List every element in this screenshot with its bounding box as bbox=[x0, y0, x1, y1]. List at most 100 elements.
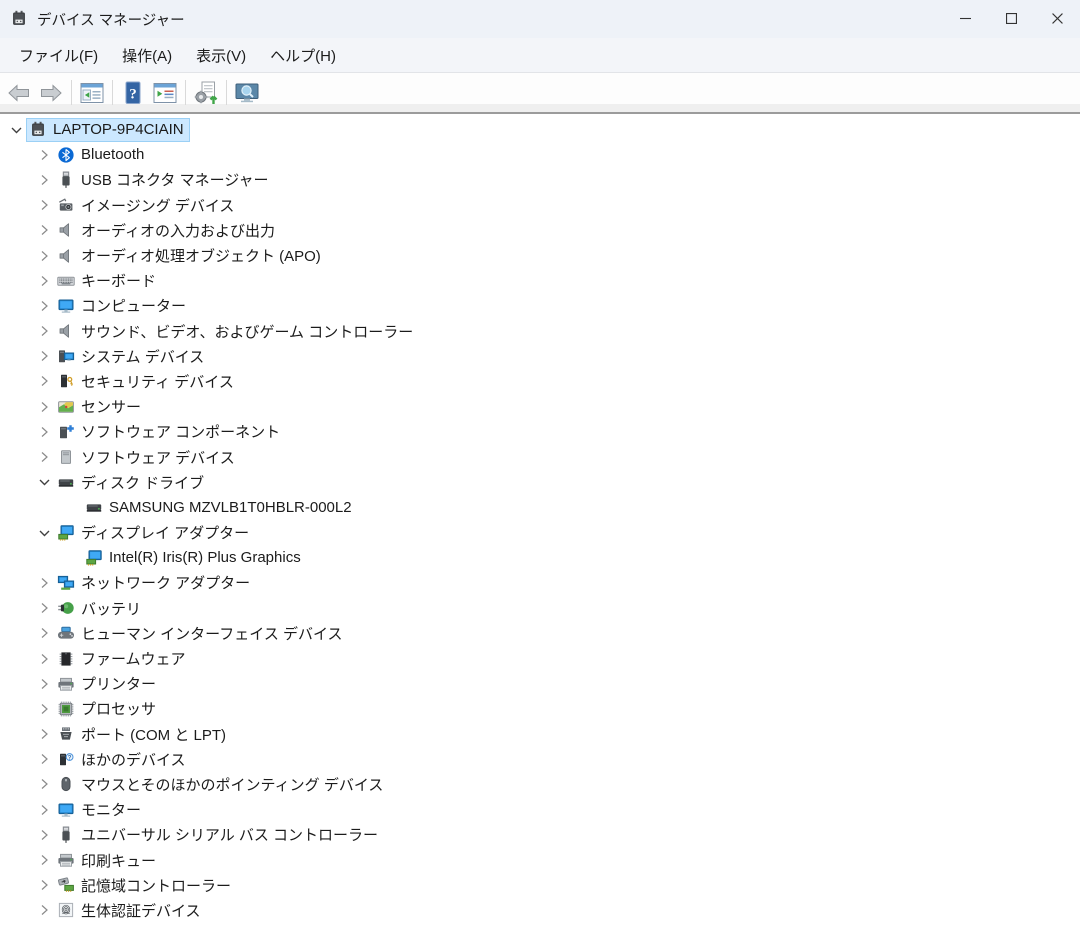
minimize-button[interactable] bbox=[942, 0, 988, 38]
tree-item-content[interactable]: ディスク ドライブ bbox=[54, 470, 210, 494]
tree-item-content[interactable]: システム デバイス bbox=[54, 344, 210, 368]
tree-item-software-components[interactable]: ソフトウェア コンポーネント bbox=[0, 419, 1080, 444]
close-button[interactable] bbox=[1034, 0, 1080, 38]
chevron-right-icon[interactable] bbox=[34, 195, 54, 215]
tree-item-human-interface-devices[interactable]: ヒューマン インターフェイス デバイス bbox=[0, 621, 1080, 646]
tree-item-content[interactable]: ソフトウェア デバイス bbox=[54, 445, 241, 469]
menu-item-view[interactable]: 表示(V) bbox=[185, 39, 257, 72]
tree-item-display-adapters[interactable]: ディスプレイ アダプター bbox=[0, 520, 1080, 545]
tree-item-imaging-devices[interactable]: イメージング デバイス bbox=[0, 193, 1080, 218]
chevron-right-icon[interactable] bbox=[34, 699, 54, 719]
tree-item-security-devices[interactable]: セキュリティ デバイス bbox=[0, 369, 1080, 394]
chevron-right-icon[interactable] bbox=[34, 674, 54, 694]
tree-item-keyboards[interactable]: キーボード bbox=[0, 268, 1080, 293]
chevron-right-icon[interactable] bbox=[34, 774, 54, 794]
tree-item-storage-controllers[interactable]: 記憶域コントローラー bbox=[0, 873, 1080, 898]
chevron-right-icon[interactable] bbox=[34, 724, 54, 744]
chevron-right-icon[interactable] bbox=[34, 649, 54, 669]
chevron-right-icon[interactable] bbox=[34, 170, 54, 190]
chevron-right-icon[interactable] bbox=[34, 296, 54, 316]
tree-item-content[interactable]: SAMSUNG MZVLB1T0HBLR-000L2 bbox=[82, 495, 358, 519]
tree-item-print-queues[interactable]: 印刷キュー bbox=[0, 847, 1080, 872]
tree-item-sensors[interactable]: センサー bbox=[0, 394, 1080, 419]
tree-item-content[interactable]: セキュリティ デバイス bbox=[54, 369, 240, 393]
chevron-right-icon[interactable] bbox=[34, 850, 54, 870]
chevron-right-icon[interactable] bbox=[34, 573, 54, 593]
chevron-right-icon[interactable] bbox=[34, 346, 54, 366]
tree-item-content[interactable]: ユニバーサル シリアル バス コントローラー bbox=[54, 823, 384, 847]
tree-item-content[interactable]: LAPTOP-9P4CIAIN bbox=[26, 118, 190, 142]
tree-item-content[interactable]: USB コネクタ マネージャー bbox=[54, 168, 275, 192]
tree-item-disk-drives[interactable]: ディスク ドライブ bbox=[0, 470, 1080, 495]
tree-item-content[interactable]: サウンド、ビデオ、およびゲーム コントローラー bbox=[54, 319, 419, 343]
tree-item-mice-pointing-devices[interactable]: マウスとそのほかのポインティング デバイス bbox=[0, 772, 1080, 797]
chevron-right-icon[interactable] bbox=[34, 271, 54, 291]
tree-item-content[interactable]: オーディオ処理オブジェクト (APO) bbox=[54, 244, 327, 268]
maximize-button[interactable] bbox=[988, 0, 1034, 38]
tree-item-content[interactable]: ポート (COM と LPT) bbox=[54, 722, 232, 746]
chevron-right-icon[interactable] bbox=[34, 371, 54, 391]
chevron-down-icon[interactable] bbox=[34, 523, 54, 543]
chevron-right-icon[interactable] bbox=[34, 900, 54, 920]
tree-item-bluetooth[interactable]: Bluetooth bbox=[0, 142, 1080, 167]
tree-item-content[interactable]: オーディオの入力および出力 bbox=[54, 218, 281, 242]
chevron-right-icon[interactable] bbox=[34, 598, 54, 618]
tree-item-content[interactable]: 記憶域コントローラー bbox=[54, 873, 237, 897]
tree-item-content[interactable]: Intel(R) Iris(R) Plus Graphics bbox=[82, 546, 307, 570]
tree-item-content[interactable]: センサー bbox=[54, 395, 147, 419]
menu-item-action[interactable]: 操作(A) bbox=[111, 39, 183, 72]
tree-item-computer[interactable]: コンピューター bbox=[0, 293, 1080, 318]
scan-hardware-changes-button[interactable] bbox=[190, 77, 222, 109]
chevron-right-icon[interactable] bbox=[34, 321, 54, 341]
chevron-right-icon[interactable] bbox=[34, 422, 54, 442]
menu-item-help[interactable]: ヘルプ(H) bbox=[259, 39, 347, 72]
chevron-right-icon[interactable] bbox=[34, 749, 54, 769]
tree-item-audio-processing-objects[interactable]: オーディオ処理オブジェクト (APO) bbox=[0, 243, 1080, 268]
chevron-down-icon[interactable] bbox=[34, 472, 54, 492]
forward-button[interactable] bbox=[35, 77, 67, 109]
chevron-right-icon[interactable] bbox=[34, 875, 54, 895]
chevron-right-icon[interactable] bbox=[34, 145, 54, 165]
properties-button[interactable] bbox=[149, 77, 181, 109]
chevron-right-icon[interactable] bbox=[34, 623, 54, 643]
remote-computer-button[interactable] bbox=[231, 77, 263, 109]
tree-item-content[interactable]: プロセッサ bbox=[54, 697, 162, 721]
tree-item-content[interactable]: イメージング デバイス bbox=[54, 193, 240, 217]
tree-item-content[interactable]: ?ほかのデバイス bbox=[54, 747, 192, 771]
tree-item-root-computer[interactable]: LAPTOP-9P4CIAIN bbox=[0, 117, 1080, 142]
tree-item-software-devices[interactable]: ソフトウェア デバイス bbox=[0, 444, 1080, 469]
tree-item-content[interactable]: プリンター bbox=[54, 672, 162, 696]
tree-item-content[interactable]: ネットワーク アダプター bbox=[54, 571, 256, 595]
tree-item-ports-com-lpt[interactable]: ポート (COM と LPT) bbox=[0, 722, 1080, 747]
tree-item-batteries[interactable]: バッテリ bbox=[0, 596, 1080, 621]
tree-item-firmware[interactable]: ファームウェア bbox=[0, 646, 1080, 671]
chevron-right-icon[interactable] bbox=[34, 246, 54, 266]
chevron-down-icon[interactable] bbox=[6, 120, 26, 140]
tree-item-printers[interactable]: プリンター bbox=[0, 671, 1080, 696]
chevron-right-icon[interactable] bbox=[34, 800, 54, 820]
tree-item-other-devices[interactable]: ?ほかのデバイス bbox=[0, 747, 1080, 772]
tree-item-content[interactable]: Bluetooth bbox=[54, 143, 150, 167]
menu-item-file[interactable]: ファイル(F) bbox=[8, 39, 109, 72]
tree-item-usb-controllers[interactable]: ユニバーサル シリアル バス コントローラー bbox=[0, 822, 1080, 847]
tree-item-audio-inputs-outputs[interactable]: オーディオの入力および出力 bbox=[0, 218, 1080, 243]
help-button[interactable]: ? bbox=[117, 77, 149, 109]
tree-item-content[interactable]: 生体認証デバイス bbox=[54, 898, 207, 922]
tree-item-sound-video-game[interactable]: サウンド、ビデオ、およびゲーム コントローラー bbox=[0, 319, 1080, 344]
tree-item-content[interactable]: 印刷キュー bbox=[54, 848, 162, 872]
tree-item-content[interactable]: キーボード bbox=[54, 269, 162, 293]
tree-item-system-devices[interactable]: システム デバイス bbox=[0, 344, 1080, 369]
tree-item-content[interactable]: ソフトウェア コンポーネント bbox=[54, 420, 286, 444]
chevron-right-icon[interactable] bbox=[34, 825, 54, 845]
tree-item-disk-samsung[interactable]: SAMSUNG MZVLB1T0HBLR-000L2 bbox=[0, 495, 1080, 520]
chevron-right-icon[interactable] bbox=[34, 447, 54, 467]
tree-item-monitors[interactable]: モニター bbox=[0, 797, 1080, 822]
tree-item-content[interactable]: バッテリ bbox=[54, 596, 147, 620]
tree-item-content[interactable]: ヒューマン インターフェイス デバイス bbox=[54, 621, 349, 645]
tree-item-content[interactable]: ディスプレイ アダプター bbox=[54, 521, 255, 545]
tree-item-processors[interactable]: プロセッサ bbox=[0, 696, 1080, 721]
tree-item-content[interactable]: モニター bbox=[54, 798, 147, 822]
show-hide-console-tree-button[interactable] bbox=[76, 77, 108, 109]
tree-item-usb-connector-manager[interactable]: USB コネクタ マネージャー bbox=[0, 167, 1080, 192]
back-button[interactable] bbox=[3, 77, 35, 109]
